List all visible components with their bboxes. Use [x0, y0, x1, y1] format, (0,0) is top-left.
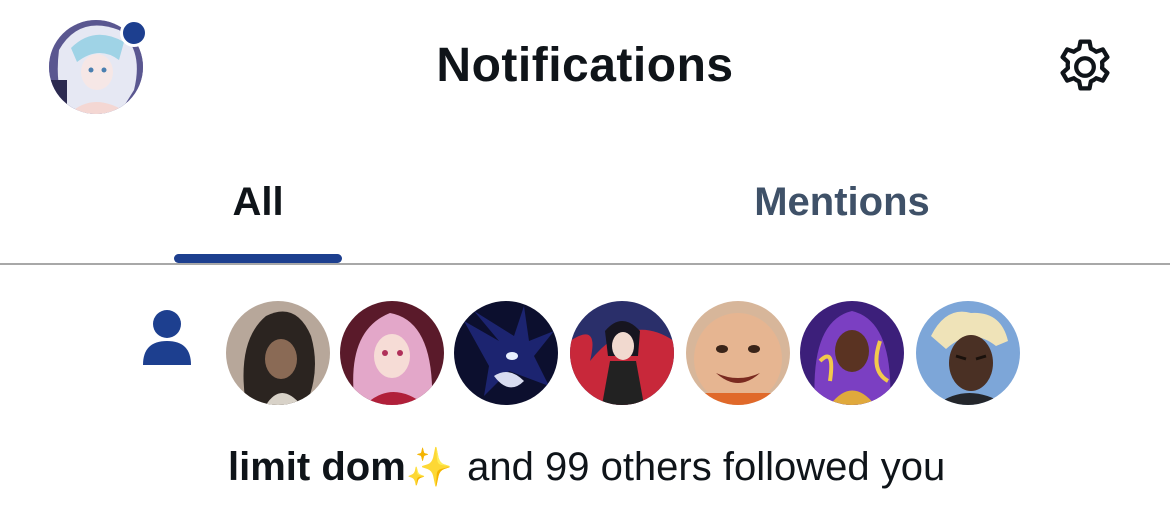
follower-avatar[interactable]	[454, 301, 558, 405]
avatar-anime-dark-hair-icon	[226, 301, 330, 405]
actor-name[interactable]: limit dom	[228, 445, 406, 489]
avatar-anime-red-splash-icon	[570, 301, 674, 405]
avatar-smiling-child-icon	[686, 301, 790, 405]
gear-icon	[1060, 39, 1110, 91]
page-title: Notifications	[436, 39, 734, 92]
notification-message: and 99 others followed you	[467, 445, 946, 489]
avatar-dark-hedgehog-icon	[454, 301, 558, 405]
person-icon	[143, 310, 191, 365]
selected-tab-indicator	[174, 254, 342, 263]
avatar-anime-pink-hair-icon	[340, 301, 444, 405]
follower-avatar[interactable]	[686, 301, 790, 405]
notification-item[interactable]: limit dom✨ and 99 others followed you	[0, 265, 1170, 518]
follower-avatar[interactable]	[340, 301, 444, 405]
follower-avatar[interactable]	[916, 301, 1020, 405]
follower-avatar[interactable]	[570, 301, 674, 405]
follower-avatar[interactable]	[800, 301, 904, 405]
tab-all[interactable]: All	[158, 176, 358, 228]
settings-button[interactable]	[1052, 34, 1118, 100]
follower-avatar[interactable]	[226, 301, 330, 405]
avatar-blond-dreads-icon	[916, 301, 1020, 405]
top-bar: Notifications	[0, 0, 1170, 140]
sparkles-emoji: ✨	[405, 447, 454, 489]
tab-mentions[interactable]: Mentions	[642, 176, 1042, 228]
notification-text: limit dom✨ and 99 others followed you	[228, 441, 945, 494]
notification-tabs: All Mentions	[0, 160, 1170, 264]
avatar-purple-hooded-icon	[800, 301, 904, 405]
